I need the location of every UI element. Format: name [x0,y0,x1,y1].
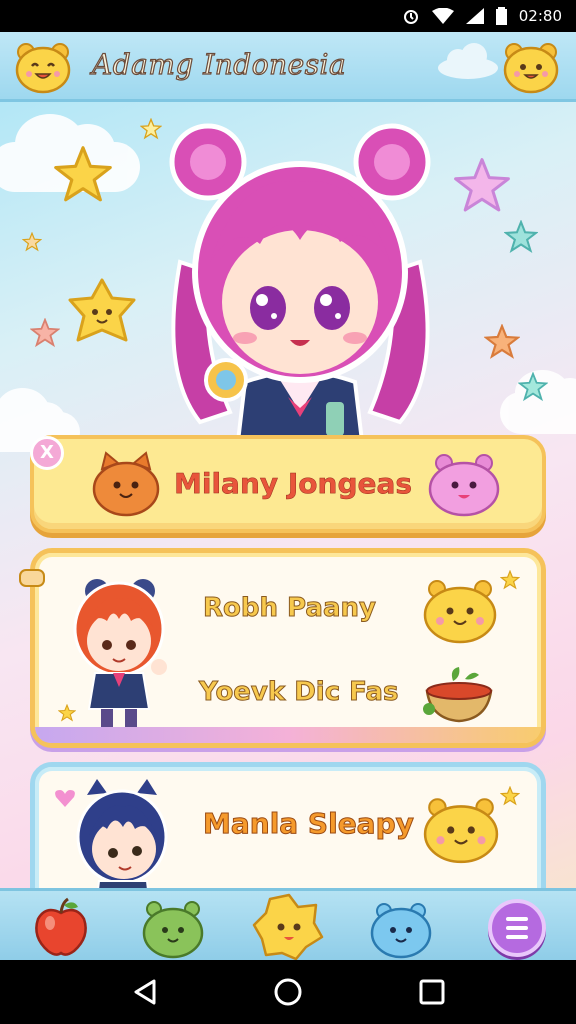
alarm-icon [403,10,418,24]
teal-star-icon [518,372,548,402]
card-line-1: Robh Paany [203,593,377,624]
blue-slime-icon[interactable] [368,897,434,959]
yellow-slime-icon[interactable] [252,891,326,960]
yellow-star-icon [54,146,112,202]
pink-slime-icon [428,454,500,517]
signal-icon [465,8,484,24]
green-slime-icon[interactable] [140,897,206,959]
orange-cat-slime-icon [92,451,160,517]
character-card-robh[interactable]: Robh Paany Yoevk Dic Fas [30,548,546,748]
menu-icon-line [506,926,528,930]
card-title: Milany Jongeas [174,467,413,501]
teal-star-icon [504,220,538,253]
yellow-star-slime-icon [68,278,136,342]
small-star-icon [500,570,520,590]
food-bowl-icon [423,667,493,723]
system-navigation-bar [0,960,576,1024]
menu-icon-line [506,917,528,921]
app-screen: Adamg Indonesia Milany Jongeas X Robh Pa… [0,32,576,960]
close-badge[interactable]: X [30,436,64,470]
character-card-milany[interactable]: Milany Jongeas [30,435,546,533]
card-title: Manla Sleapy [203,807,415,841]
small-star-icon [22,232,42,252]
app-title: Adamg Indonesia [91,47,347,81]
yellow-bear-slime-icon [423,580,497,644]
wifi-icon [431,8,454,24]
status-time: 02:80 [518,7,562,25]
pink-heart-icon [55,790,75,807]
app-header: Adamg Indonesia [0,32,576,102]
pink-star-icon [454,158,510,212]
tag-icon [19,569,45,587]
status-bar: 02:80 [0,0,576,32]
orange-star-icon [484,324,520,359]
red-haired-girl-character [73,579,167,727]
battery-icon [495,7,507,25]
recents-icon[interactable] [417,977,447,1007]
small-star-icon [58,704,76,722]
card-line-2: Yoevk Dic Fas [198,677,399,708]
home-icon[interactable] [273,977,303,1007]
pink-star-icon [30,318,60,348]
small-star-icon [500,786,520,806]
yellow-bear-icon[interactable] [502,40,560,94]
yellow-bear-icon[interactable] [14,40,72,94]
back-icon[interactable] [130,977,160,1007]
cloud-icon [438,43,498,79]
menu-button[interactable] [488,899,546,957]
apple-icon[interactable] [28,897,94,959]
yellow-bear-slime-icon [423,798,499,864]
pink-haired-girl-character [169,123,431,467]
menu-icon-line [506,935,528,939]
bottom-navigation [0,888,576,960]
